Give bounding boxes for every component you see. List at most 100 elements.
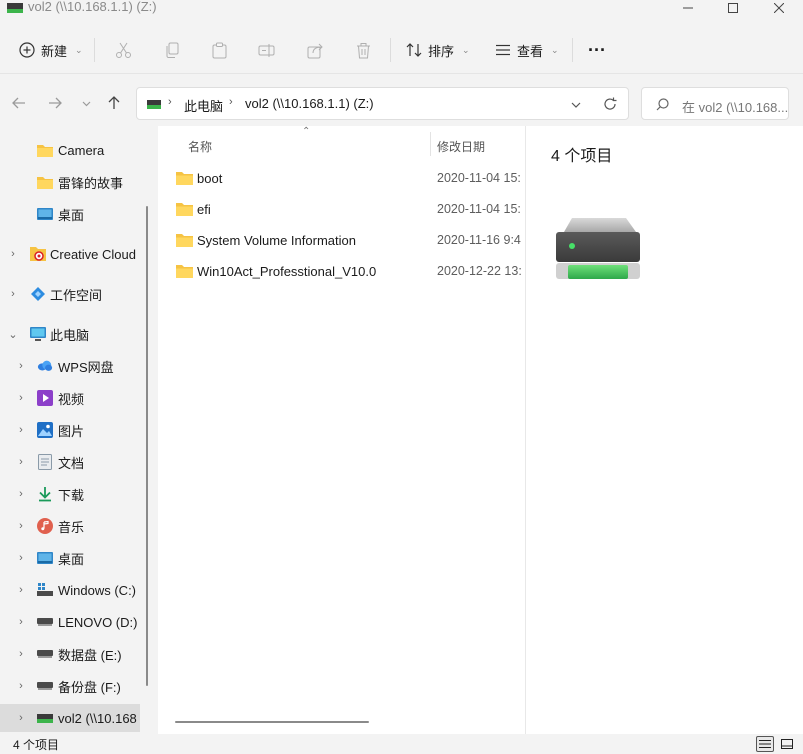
up-button[interactable] (105, 94, 123, 112)
sidebar-item-label: 音乐 (58, 519, 85, 535)
more-options-button[interactable]: ··· (588, 36, 606, 64)
chevron-right-icon[interactable]: › (16, 488, 26, 500)
column-header-name[interactable]: 名称 (188, 138, 212, 155)
network-drive-icon (7, 3, 23, 13)
back-button[interactable] (10, 94, 28, 112)
sidebar-item-documents[interactable]: › 文档 (0, 448, 140, 476)
address-bar[interactable]: › 此电脑 › vol2 (\\10.168.1.1) (Z:) (136, 87, 629, 120)
clipboard-icon (212, 42, 227, 58)
sidebar-item-videos[interactable]: › 视频 (0, 384, 140, 412)
computer-icon (30, 326, 46, 342)
chevron-right-icon[interactable]: › (16, 616, 26, 628)
file-name: System Volume Information (197, 233, 356, 248)
sidebar-item-workspace[interactable]: › 工作空间 (0, 280, 140, 308)
sidebar-item-label: 下载 (58, 487, 85, 503)
rename-button[interactable] (258, 36, 275, 64)
sidebar-item-label: 此电脑 (50, 327, 90, 343)
drive-icon (37, 614, 53, 630)
sidebar-item-creative-cloud[interactable]: › Creative Cloud (0, 240, 140, 268)
chevron-right-icon[interactable]: › (16, 552, 26, 564)
sidebar-item-drive-c[interactable]: › Windows (C:) (0, 576, 140, 604)
breadcrumb-vol2[interactable]: vol2 (\\10.168.1.1) (Z:) (245, 96, 374, 111)
chevron-right-icon[interactable]: › (16, 680, 26, 692)
paste-button[interactable] (211, 36, 228, 64)
forward-button[interactable] (46, 94, 64, 112)
sidebar-item-vol2[interactable]: › vol2 (\\10.168 (0, 704, 140, 732)
sidebar-item-desktop-pc[interactable]: › 桌面 (0, 544, 140, 572)
sidebar-item-label: LENOVO (D:) (58, 614, 138, 630)
sidebar-item-label: 桌面 (58, 551, 85, 567)
sidebar-item-pictures[interactable]: › 图片 (0, 416, 140, 444)
recent-locations-button[interactable] (77, 94, 95, 112)
column-divider[interactable] (430, 132, 431, 156)
preview-pane: 4 个项目 (525, 126, 803, 734)
file-date: 2020-11-04 15: (437, 202, 521, 216)
sidebar-item-downloads[interactable]: › 下载 (0, 480, 140, 508)
refresh-icon[interactable] (603, 97, 617, 111)
chevron-down-icon[interactable]: ⌄ (8, 328, 18, 341)
chevron-right-icon[interactable]: › (16, 360, 26, 372)
drive-icon (37, 678, 53, 694)
sidebar-scrollbar[interactable] (146, 206, 148, 686)
sidebar-item-drive-e[interactable]: › 数据盘 (E:) (0, 640, 140, 668)
search-box[interactable]: 在 vol2 (\\10.168... (641, 87, 789, 120)
network-drive-icon (37, 710, 53, 726)
view-button[interactable]: 查看 ⌄ (495, 36, 559, 64)
close-button[interactable] (756, 0, 802, 16)
chevron-right-icon[interactable]: › (16, 456, 26, 468)
tiles-view-icon (781, 739, 793, 749)
chevron-right-icon[interactable]: › (16, 424, 26, 436)
sort-icon (406, 43, 422, 57)
share-button[interactable] (307, 36, 324, 64)
share-icon (307, 43, 323, 58)
new-button-label: 新建 (41, 43, 68, 59)
chevron-down-icon[interactable] (571, 100, 581, 110)
file-date: 2020-11-16 9:4 (437, 233, 521, 247)
sidebar-item-desktop[interactable]: 桌面 (0, 200, 140, 228)
folder-icon (176, 172, 193, 185)
chevron-right-icon[interactable]: › (16, 712, 26, 724)
delete-button[interactable] (355, 36, 372, 64)
horizontal-scrollbar[interactable] (175, 721, 369, 723)
sidebar-item-wps-drive[interactable]: › WPS网盘 (0, 352, 140, 380)
sidebar-item-label: vol2 (\\10.168 (58, 710, 137, 726)
sidebar-item-label: 备份盘 (F:) (58, 679, 121, 695)
sidebar-item-leifeng[interactable]: 雷锋的故事 (0, 168, 140, 196)
file-name: boot (197, 171, 223, 186)
cut-button[interactable] (115, 36, 132, 64)
chevron-right-icon[interactable]: › (8, 288, 18, 300)
chevron-down-icon: ⌄ (462, 44, 470, 55)
table-row[interactable]: Win10Act_Professtional_V10.0 2020-12-22 … (158, 256, 525, 286)
tiles-view-button[interactable] (778, 736, 796, 752)
toolbar-separator (390, 38, 391, 62)
table-row[interactable]: efi 2020-11-04 15: (158, 194, 525, 224)
sort-button[interactable]: 排序 ⌄ (406, 36, 470, 64)
windows-drive-icon (37, 582, 53, 598)
chevron-right-icon[interactable]: › (16, 648, 26, 660)
sidebar-item-this-pc[interactable]: ⌄ 此电脑 (0, 320, 140, 348)
chevron-right-icon[interactable]: › (16, 584, 26, 596)
table-row[interactable]: boot 2020-11-04 15: (158, 163, 525, 193)
search-placeholder: 在 vol2 (\\10.168... (682, 100, 789, 115)
minimize-button[interactable] (665, 0, 711, 16)
chevron-right-icon[interactable]: › (16, 392, 26, 404)
sidebar-item-drive-f[interactable]: › 备份盘 (F:) (0, 672, 140, 700)
sidebar-item-music[interactable]: › 音乐 (0, 512, 140, 540)
chevron-right-icon[interactable]: › (8, 248, 18, 260)
details-view-button[interactable] (756, 736, 774, 752)
sidebar-item-label: 数据盘 (E:) (58, 647, 122, 663)
chevron-right-icon[interactable]: › (16, 520, 26, 532)
maximize-button[interactable] (710, 0, 756, 16)
sidebar-item-drive-d[interactable]: › LENOVO (D:) (0, 608, 140, 636)
arrow-right-icon (49, 97, 62, 109)
copy-icon (166, 42, 179, 58)
table-row[interactable]: System Volume Information 2020-11-16 9:4 (158, 225, 525, 255)
column-header-modified[interactable]: 修改日期 (437, 138, 485, 155)
new-button[interactable]: 新建 ⌄ (19, 36, 83, 64)
copy-button[interactable] (164, 36, 181, 64)
navigation-pane: Camera 雷锋的故事 桌面 › Creative Cloud › 工作空间 … (0, 126, 150, 734)
sidebar-item-camera[interactable]: Camera (0, 136, 140, 164)
breadcrumb-this-pc[interactable]: 此电脑 (184, 96, 223, 115)
file-name: Win10Act_Professtional_V10.0 (197, 264, 377, 279)
chevron-down-icon: ⌄ (75, 44, 83, 55)
